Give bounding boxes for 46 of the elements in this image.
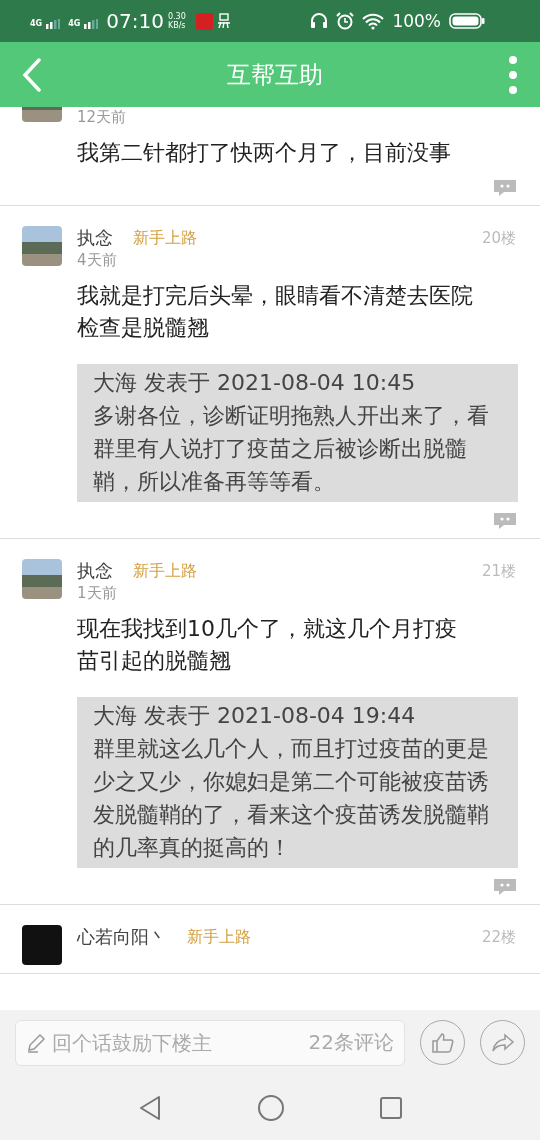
- quote-text: 多谢各位，诊断证明拖熟人开出来了，看群里有人说打了疫苗之后被诊断出脱髓鞘，所以准备再等等看。: [93, 402, 490, 496]
- post-time: 12天前: [77, 107, 128, 127]
- floor-number: 20楼: [481, 228, 517, 248]
- reply-button[interactable]: [492, 878, 518, 896]
- signal-label: 4G: [68, 19, 81, 28]
- quote-text: 群里就这么几个人，而且打过疫苗的更是少之又少，你媳妇是第二个可能被疫苗诱发脱髓鞘的了，看来这个疫苗诱发脱髓鞘的几率真的挺高的！: [93, 735, 490, 862]
- post-time: 1天前: [77, 583, 118, 603]
- floor-number: 22楼: [481, 927, 517, 947]
- avatar-photo-placeholder[interactable]: [22, 559, 62, 599]
- network-speed: 0.30 KB/s: [167, 12, 186, 30]
- wifi-icon: [362, 12, 385, 30]
- user-level-label: 新手上路: [133, 227, 197, 249]
- share-arrow-icon: [490, 1032, 515, 1053]
- headphones-icon: [310, 12, 329, 30]
- back-button[interactable]: [22, 57, 42, 92]
- quote-author-line: 大海 发表于 2021-08-04 10:45: [93, 369, 417, 397]
- page-title: 互帮互助: [227, 59, 323, 91]
- comment-text: 我就是打完后头晕，眼睛看不清楚去医院检查是脱髓翘: [77, 282, 474, 342]
- floor-number: 21楼: [481, 561, 517, 581]
- reply-button[interactable]: [492, 512, 518, 530]
- battery-icon: [449, 13, 485, 29]
- user-name[interactable]: 执念: [77, 226, 113, 250]
- back-nav-button[interactable]: [137, 1094, 163, 1121]
- more-menu-button[interactable]: [508, 55, 518, 94]
- battery-percent: 100%: [392, 11, 441, 31]
- user-name[interactable]: 心若向阳丶: [77, 925, 167, 949]
- post-time: 4天前: [77, 250, 118, 270]
- reply-button[interactable]: [492, 179, 518, 197]
- home-nav-button[interactable]: [257, 1093, 285, 1122]
- pencil-icon: [26, 1032, 46, 1053]
- signal-icon: [46, 19, 61, 29]
- avatar-photo-placeholder[interactable]: [22, 226, 62, 266]
- user-level-label: 新手上路: [187, 926, 251, 948]
- signal-label: 4G: [30, 19, 43, 28]
- app-notification-icon: [195, 12, 213, 30]
- signal-icon: [84, 19, 99, 29]
- comment-text: 我第二针都打了快两个月了，目前没事: [77, 139, 452, 167]
- user-level-label: 新手上路: [133, 560, 197, 582]
- comment-text: 现在我找到10几个了，就这几个月打疫苗引起的脱髓翘: [77, 615, 458, 675]
- app-notification-icon: [216, 13, 231, 29]
- quote-author-line: 大海 发表于 2021-08-04 19:44: [93, 702, 417, 730]
- alarm-clock-icon: [336, 12, 355, 30]
- thumbs-up-icon: [430, 1030, 455, 1055]
- clock-time: 07:10: [106, 9, 164, 33]
- recent-apps-button[interactable]: [379, 1095, 403, 1120]
- user-name[interactable]: 执念: [77, 559, 113, 583]
